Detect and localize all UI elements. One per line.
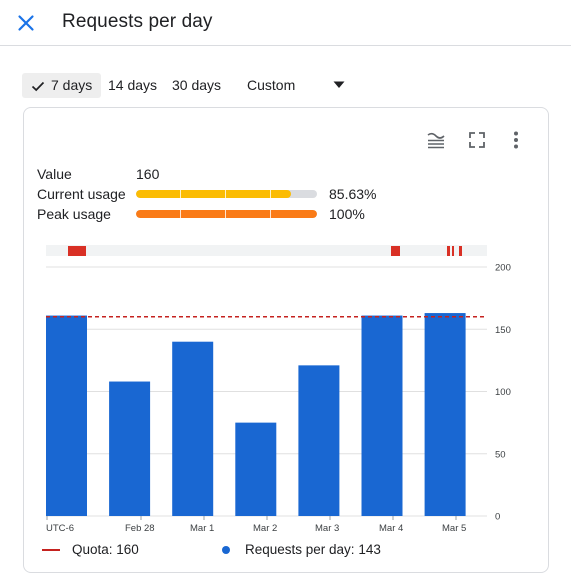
bar [361, 315, 403, 516]
bar [172, 341, 214, 516]
bar [424, 313, 466, 516]
bar [235, 422, 277, 516]
x-tick-label: UTC-6 [46, 523, 74, 534]
x-tick-label: Mar 2 [253, 523, 277, 534]
x-tick-label: Mar 5 [442, 523, 466, 534]
range-chip-7-days[interactable]: 7 days [22, 73, 101, 98]
page-title: Requests per day [62, 11, 213, 32]
x-tick-label: Feb 28 [125, 523, 155, 534]
timeline-event-marker [459, 246, 462, 256]
legend-quota-text: Quota: 160 [72, 542, 139, 557]
y-tick-label: 100 [495, 387, 511, 398]
bar [109, 381, 151, 516]
y-tick-label: 200 [495, 263, 511, 274]
range-chip-label: 30 days [172, 77, 222, 93]
legend-requests-text: Requests per day: 143 [245, 542, 381, 557]
legend-dash-icon [42, 549, 60, 552]
legend-dot-icon [222, 546, 230, 555]
legend-requests[interactable]: Requests per day: 143 [221, 542, 381, 557]
range-chip-30-days[interactable]: 30 days [172, 73, 228, 98]
range-dropdown-custom[interactable]: Custom [247, 73, 351, 98]
timeline-event-marker [391, 246, 400, 256]
range-chip-14-days[interactable]: 14 days [108, 73, 164, 98]
range-chip-label: Custom [247, 77, 296, 93]
range-chip-label: 7 days [51, 77, 93, 93]
check-icon [31, 81, 45, 92]
x-tick-label: Mar 3 [315, 523, 339, 534]
x-tick-label: Mar 1 [190, 523, 214, 534]
range-chip-label: 14 days [108, 77, 158, 93]
timeline-strip [46, 245, 487, 256]
timeline-event-marker [68, 246, 86, 256]
close-icon[interactable] [14, 11, 38, 35]
x-tick-label: Mar 4 [379, 523, 403, 534]
y-tick-label: 50 [495, 449, 506, 460]
bar [46, 315, 87, 516]
requests-bar-chart: 200 150 100 50 0 UTC-6 Feb 28 Mar 1 Mar 2 Mar 3 Ma… [46, 245, 511, 534]
timeline-event-marker [452, 246, 454, 256]
legend-quota[interactable]: Quota: 160 [42, 542, 139, 557]
y-tick-label: 0 [495, 512, 500, 523]
chart-card: Value 160 Current usage 85.63% Peak usag… [23, 107, 549, 573]
bar [298, 365, 340, 516]
dropdown-arrow-icon [333, 81, 345, 88]
y-tick-label: 150 [495, 325, 511, 336]
timeline-event-marker [447, 246, 450, 256]
dialog-header: Requests per day [0, 0, 571, 46]
